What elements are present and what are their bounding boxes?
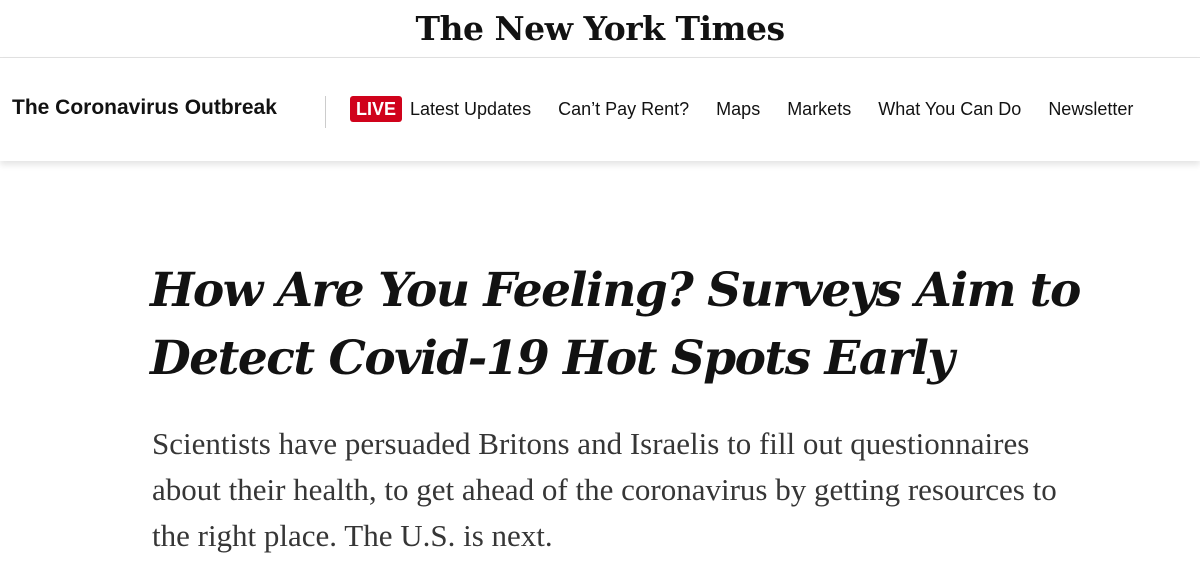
- nav-divider: [325, 96, 326, 128]
- article-summary: Scientists have persuaded Britons and Is…: [152, 426, 1057, 553]
- nav-item-maps[interactable]: Maps: [716, 96, 760, 122]
- nav-item-what-you-can-do[interactable]: What You Can Do: [878, 96, 1021, 122]
- live-badge[interactable]: LIVE: [350, 96, 403, 122]
- masthead: The New York Times: [0, 0, 1200, 58]
- nav-item-markets[interactable]: Markets: [787, 96, 851, 122]
- nav-item-latest-updates[interactable]: Latest Updates: [410, 96, 531, 122]
- section-navbar: The Coronavirus Outbreak LIVE Latest Upd…: [0, 58, 1200, 161]
- nav-item-cant-pay-rent[interactable]: Can’t Pay Rent?: [558, 96, 689, 122]
- nyt-logo[interactable]: The New York Times: [415, 12, 785, 45]
- article-headline: How Are You Feeling? Surveys Aim to Dete…: [150, 263, 1081, 386]
- section-title-link[interactable]: The Coronavirus Outbreak: [12, 96, 277, 120]
- nav-item-newsletter[interactable]: Newsletter: [1048, 96, 1133, 122]
- page: The New York Times The Coronavirus Outbr…: [0, 0, 1200, 571]
- nav-items: LIVE Latest Updates Can’t Pay Rent? Maps…: [350, 96, 1133, 122]
